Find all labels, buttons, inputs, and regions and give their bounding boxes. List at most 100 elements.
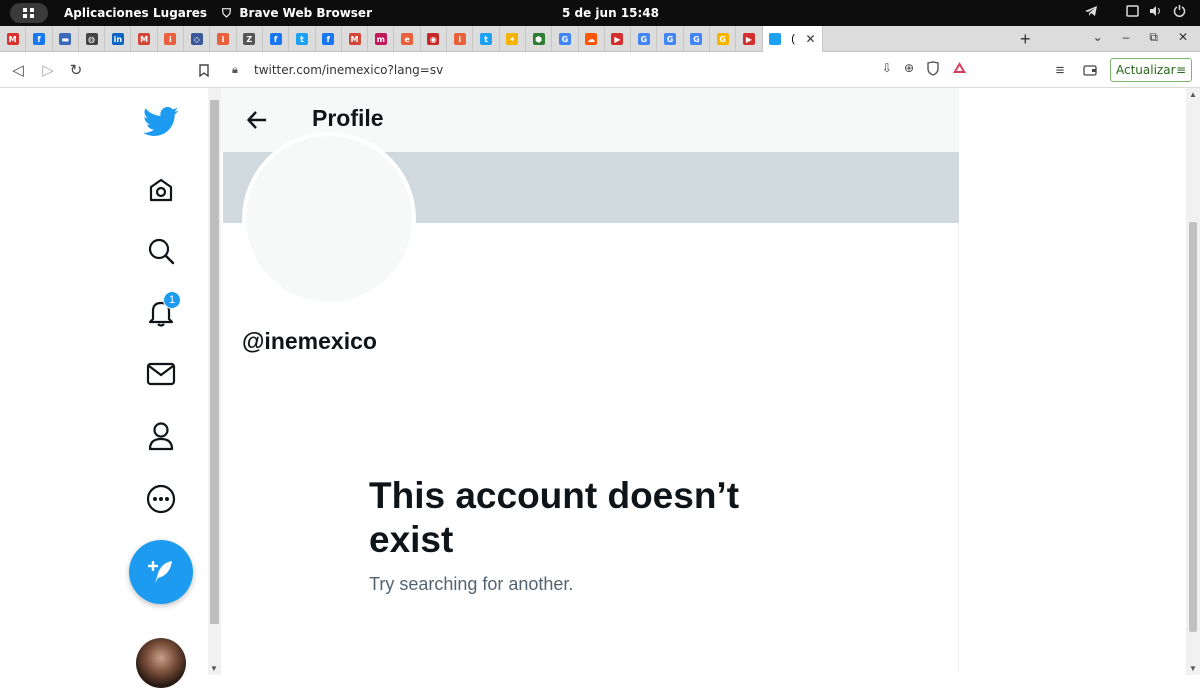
- browser-tab[interactable]: f: [316, 26, 342, 52]
- browser-tab[interactable]: M: [0, 26, 27, 52]
- browser-tab[interactable]: G: [657, 26, 684, 52]
- browser-tab[interactable]: e: [394, 26, 421, 52]
- volume-icon[interactable]: [1149, 5, 1163, 20]
- brave-rewards-icon[interactable]: [952, 61, 967, 79]
- tab-favicon-icon: ◇: [190, 33, 203, 45]
- browser-tab[interactable]: ▶: [605, 26, 632, 52]
- url-text[interactable]: twitter.com/inemexico?lang=sv: [254, 63, 443, 77]
- compose-tweet-button[interactable]: [129, 540, 193, 604]
- tab-favicon-icon: G: [558, 33, 571, 45]
- minimize-icon[interactable]: –: [1123, 30, 1130, 45]
- more-options-icon[interactable]: [139, 477, 183, 521]
- browser-tab[interactable]: ▶: [736, 26, 763, 52]
- scroll-up-icon[interactable]: ▲: [1189, 90, 1197, 99]
- update-button[interactable]: Actualizar ≡: [1110, 58, 1192, 82]
- browser-tab[interactable]: i: [210, 26, 237, 52]
- update-label: Actualizar: [1116, 63, 1176, 77]
- profile-avatar-placeholder: [242, 132, 416, 306]
- browser-tab[interactable]: G: [684, 26, 711, 52]
- tab-favicon-icon: i: [164, 33, 177, 45]
- browser-tab[interactable]: G: [552, 26, 579, 52]
- address-bar[interactable]: 🔒︎ twitter.com/inemexico?lang=sv ⇩ ⊕: [220, 57, 975, 83]
- telegram-icon[interactable]: [1084, 5, 1098, 20]
- feather-plus-icon: [148, 561, 172, 583]
- zoom-icon[interactable]: ⊕: [904, 61, 914, 79]
- twitter-tab-favicon-icon: [768, 33, 781, 45]
- page-scrollbar[interactable]: ▲ ▼: [1186, 88, 1200, 675]
- playlist-icon[interactable]: ≡: [1050, 60, 1070, 80]
- browser-tab[interactable]: f: [26, 26, 53, 52]
- messages-envelope-icon[interactable]: [139, 352, 183, 396]
- forward-nav-icon[interactable]: ▷: [38, 60, 58, 80]
- tab-favicon-icon: Z: [243, 33, 256, 45]
- sidebar-scroll-thumb[interactable]: [210, 100, 219, 624]
- home-icon[interactable]: [139, 168, 183, 212]
- tab-favicon-icon: ◉: [427, 33, 440, 45]
- tab-search-chevron-icon[interactable]: ⌄: [1093, 30, 1103, 45]
- places-menu[interactable]: Lugares: [153, 6, 207, 20]
- applications-menu[interactable]: Aplicaciones: [64, 6, 149, 20]
- tab-favicon-icon: M: [348, 33, 361, 45]
- browser-tab[interactable]: ✦: [500, 26, 526, 52]
- twitter-bird-icon[interactable]: [139, 100, 183, 144]
- tab-favicon-icon: ▬: [59, 33, 72, 45]
- notification-badge: 1: [163, 291, 181, 309]
- account-missing-subtitle: Try searching for another.: [369, 574, 574, 594]
- tab-favicon-icon: G: [690, 33, 703, 45]
- sidebar-scrollbar[interactable]: ▼: [208, 88, 221, 675]
- reload-icon[interactable]: ↻: [66, 60, 86, 80]
- clock[interactable]: 5 de jun 15:48: [562, 6, 659, 20]
- new-tab-button[interactable]: +: [1020, 29, 1031, 50]
- active-browser-tab[interactable]: (✕: [762, 26, 823, 52]
- tab-favicon-icon: G: [637, 33, 650, 45]
- browser-tab[interactable]: ◉: [421, 26, 448, 52]
- browser-tab[interactable]: G: [631, 26, 658, 52]
- browser-tab[interactable]: Z: [237, 26, 263, 52]
- browser-tab[interactable]: m: [368, 26, 395, 52]
- tab-favicon-icon: t: [479, 33, 492, 45]
- scroll-down-icon[interactable]: ▼: [210, 664, 218, 673]
- browser-tab[interactable]: f: [263, 26, 290, 52]
- app-menu[interactable]: ⛉ Brave Web Browser: [222, 6, 372, 21]
- browser-tab[interactable]: ◍: [79, 26, 106, 52]
- browser-tab[interactable]: ⬢: [526, 26, 553, 52]
- browser-tab[interactable]: t: [473, 26, 500, 52]
- scroll-down-icon[interactable]: ▼: [1189, 664, 1197, 673]
- restore-icon[interactable]: ⧉: [1149, 30, 1158, 45]
- install-icon[interactable]: ⇩: [882, 61, 892, 79]
- app-menu-label: Brave Web Browser: [239, 6, 372, 20]
- browser-tab[interactable]: ◇: [184, 26, 211, 52]
- wallet-icon[interactable]: [1080, 60, 1100, 80]
- browser-tab[interactable]: i: [158, 26, 185, 52]
- window-icon[interactable]: [1126, 4, 1139, 20]
- hamburger-icon: ≡: [1175, 63, 1186, 77]
- tab-favicon-icon: t: [295, 33, 308, 45]
- account-missing-title: This account doesn’t exist: [369, 475, 740, 560]
- explore-search-icon[interactable]: [139, 229, 183, 273]
- activities-button[interactable]: [10, 3, 48, 23]
- browser-tab[interactable]: M: [342, 26, 369, 52]
- browser-tab[interactable]: t: [289, 26, 316, 52]
- browser-tab[interactable]: G: [710, 26, 737, 52]
- page-title: Profile: [312, 105, 384, 131]
- system-tray[interactable]: [1084, 4, 1186, 20]
- brave-shield-icon[interactable]: [926, 61, 940, 79]
- bookmark-icon[interactable]: [194, 60, 214, 80]
- tab-favicon-icon: M: [138, 33, 151, 45]
- power-icon[interactable]: [1173, 4, 1186, 20]
- profile-handle: @inemexico: [242, 328, 377, 354]
- close-tab-icon[interactable]: ✕: [806, 32, 816, 46]
- close-window-icon[interactable]: ✕: [1178, 30, 1188, 45]
- back-nav-icon[interactable]: ◁: [8, 60, 28, 80]
- tab-list: Mf ▬ ◍ in Mi ◇ i Zf t f Mm e ◉ i t ✦ ⬢ G ☁ ▶ G G G G ▶(✕: [0, 26, 1010, 52]
- browser-tab[interactable]: ☁: [579, 26, 605, 52]
- browser-tab[interactable]: in: [105, 26, 132, 52]
- account-avatar[interactable]: [136, 638, 186, 688]
- profile-person-icon[interactable]: [139, 414, 183, 458]
- browser-tab[interactable]: ▬: [53, 26, 79, 52]
- browser-tab[interactable]: M: [131, 26, 158, 52]
- back-arrow-icon[interactable]: [241, 104, 273, 136]
- browser-tab[interactable]: i: [447, 26, 474, 52]
- page-scroll-thumb[interactable]: [1189, 222, 1197, 632]
- tab-favicon-icon: ◍: [85, 33, 98, 45]
